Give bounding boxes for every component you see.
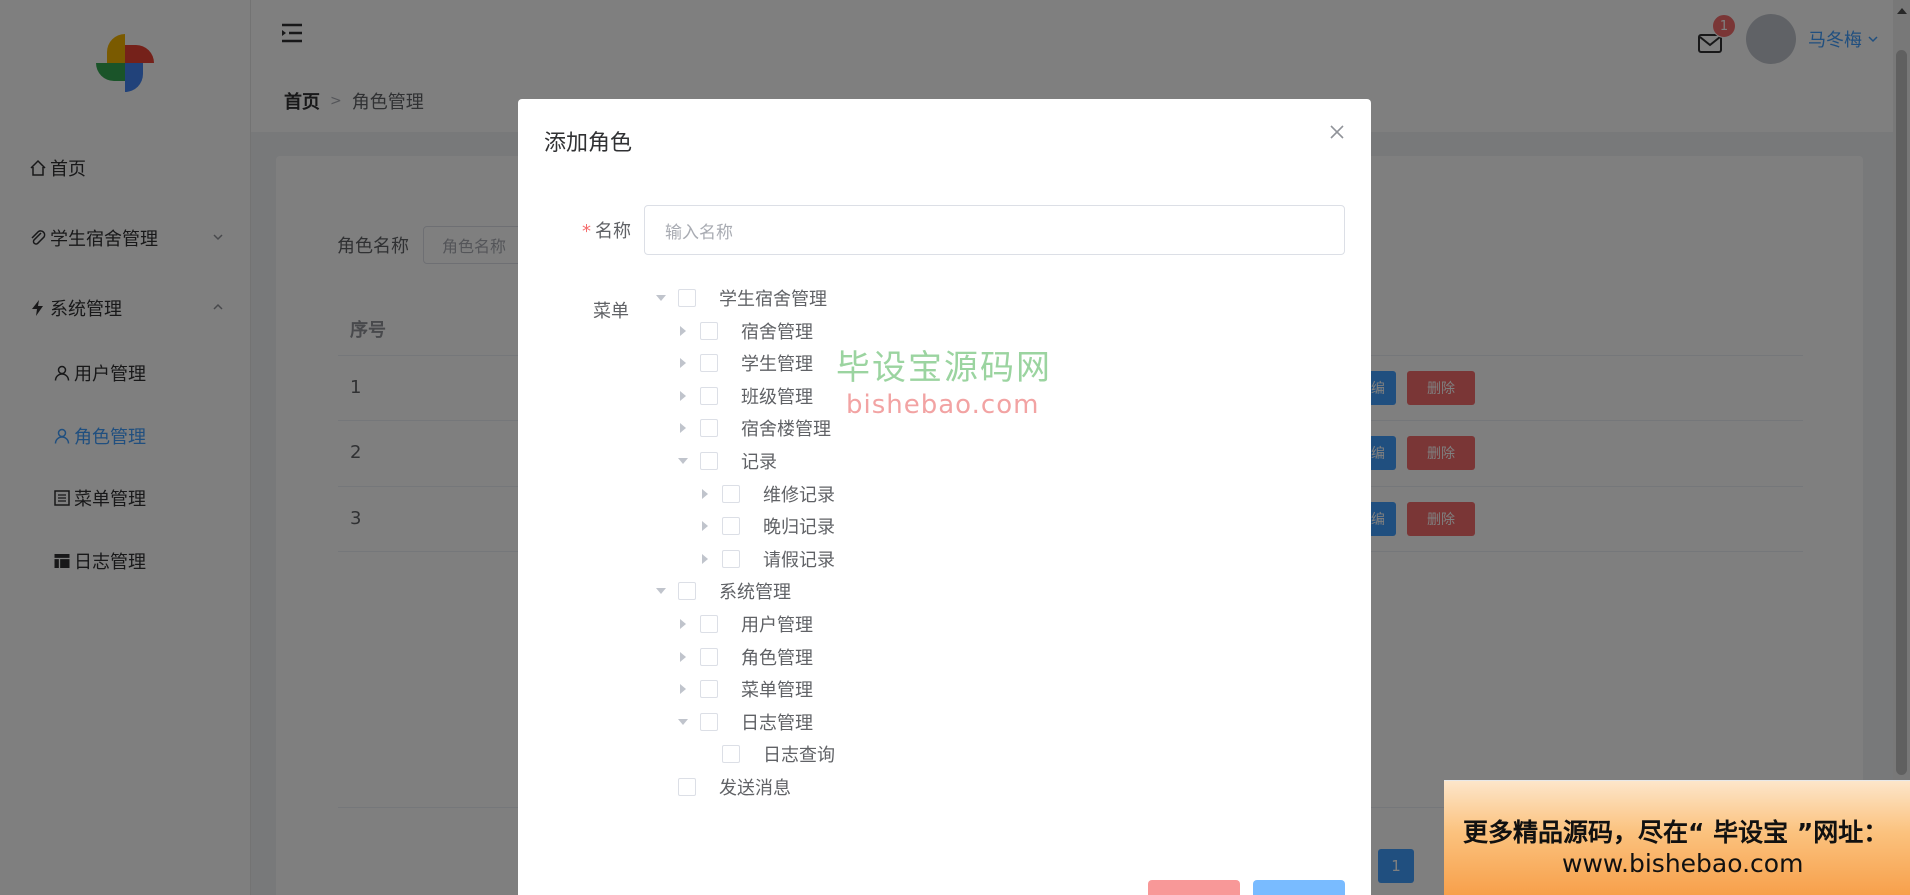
tree-node-label: 晚归记录 bbox=[763, 517, 835, 538]
tree-checkbox[interactable] bbox=[678, 778, 696, 796]
tree-checkbox[interactable] bbox=[678, 582, 696, 600]
caret-right-icon[interactable] bbox=[676, 684, 690, 694]
tree-node-label: 菜单管理 bbox=[741, 680, 813, 701]
tree-node[interactable]: 学生管理 bbox=[676, 348, 813, 378]
caret-down-icon[interactable] bbox=[676, 719, 690, 725]
tree-node-label: 发送消息 bbox=[719, 778, 791, 799]
tree-checkbox[interactable] bbox=[700, 680, 718, 698]
tree-checkbox[interactable] bbox=[722, 517, 740, 535]
caret-down-icon[interactable] bbox=[654, 588, 668, 594]
role-name-input[interactable]: 输入名称 bbox=[644, 205, 1345, 255]
promo-line-2: www.bishebao.com bbox=[1562, 849, 1804, 878]
tree-checkbox[interactable] bbox=[700, 354, 718, 372]
tree-node[interactable]: 日志管理 bbox=[676, 707, 813, 737]
watermark-cn: 毕设宝源码网 bbox=[836, 348, 1052, 388]
cancel-button[interactable] bbox=[1148, 880, 1240, 895]
caret-right-icon[interactable] bbox=[698, 489, 712, 499]
tree-checkbox[interactable] bbox=[722, 485, 740, 503]
promo-banner[interactable]: 更多精品源码，尽在“ 毕设宝 ”网址： www.bishebao.com bbox=[1444, 780, 1910, 895]
caret-right-icon[interactable] bbox=[676, 423, 690, 433]
required-asterisk: * bbox=[582, 221, 591, 242]
tree-node[interactable]: 宿舍管理 bbox=[676, 316, 813, 346]
caret-right-icon[interactable] bbox=[676, 619, 690, 629]
tree-node[interactable]: 记录 bbox=[676, 446, 777, 476]
tree-node[interactable]: 学生宿舍管理 bbox=[654, 283, 827, 313]
tree-node-label: 学生宿舍管理 bbox=[719, 289, 827, 310]
tree-node-label: 维修记录 bbox=[763, 485, 835, 506]
tree-node[interactable]: 班级管理 bbox=[676, 381, 813, 411]
tree-node[interactable]: 系统管理 bbox=[654, 576, 791, 606]
tree-checkbox[interactable] bbox=[700, 713, 718, 731]
caret-right-icon[interactable] bbox=[676, 358, 690, 368]
tree-checkbox[interactable] bbox=[700, 419, 718, 437]
watermark-en: bishebao.com bbox=[846, 390, 1040, 420]
tree-node[interactable]: 日志查询 bbox=[698, 739, 835, 769]
tree-node-label: 宿舍管理 bbox=[741, 322, 813, 343]
tree-node[interactable]: 宿舍楼管理 bbox=[676, 413, 831, 443]
menu-field-label: 菜单 bbox=[593, 301, 629, 322]
tree-checkbox[interactable] bbox=[700, 387, 718, 405]
tree-checkbox[interactable] bbox=[700, 452, 718, 470]
tree-checkbox[interactable] bbox=[678, 289, 696, 307]
close-icon[interactable] bbox=[1326, 121, 1348, 143]
tree-node-label: 请假记录 bbox=[763, 550, 835, 571]
promo-line-1: 更多精品源码，尽在“ 毕设宝 ”网址： bbox=[1463, 818, 1889, 847]
tree-node-label: 用户管理 bbox=[741, 615, 813, 636]
caret-right-icon[interactable] bbox=[676, 326, 690, 336]
tree-node[interactable]: 用户管理 bbox=[676, 609, 813, 639]
tree-checkbox[interactable] bbox=[722, 550, 740, 568]
tree-node[interactable]: 发送消息 bbox=[654, 772, 791, 802]
tree-node-label: 日志管理 bbox=[741, 713, 813, 734]
tree-node-label: 日志查询 bbox=[763, 745, 835, 766]
caret-right-icon[interactable] bbox=[698, 554, 712, 564]
tree-checkbox[interactable] bbox=[700, 615, 718, 633]
add-role-dialog: 添加角色 * 名称 输入名称 菜单 学生宿舍管理宿舍管理学生管理班级管理宿舍楼管理… bbox=[518, 99, 1371, 895]
tree-node[interactable]: 菜单管理 bbox=[676, 674, 813, 704]
tree-node-label: 记录 bbox=[741, 452, 777, 473]
confirm-button[interactable] bbox=[1253, 880, 1345, 895]
tree-node[interactable]: 请假记录 bbox=[698, 544, 835, 574]
tree-node-label: 宿舍楼管理 bbox=[741, 419, 831, 440]
caret-right-icon[interactable] bbox=[676, 391, 690, 401]
caret-right-icon[interactable] bbox=[698, 521, 712, 531]
tree-node-label: 系统管理 bbox=[719, 582, 791, 603]
tree-node[interactable]: 维修记录 bbox=[698, 479, 835, 509]
dialog-title: 添加角色 bbox=[544, 131, 633, 156]
caret-down-icon[interactable] bbox=[654, 295, 668, 301]
tree-node-label: 角色管理 bbox=[741, 648, 813, 669]
tree-node-label: 班级管理 bbox=[741, 387, 813, 408]
tree-node[interactable]: 角色管理 bbox=[676, 642, 813, 672]
caret-down-icon[interactable] bbox=[676, 458, 690, 464]
tree-checkbox[interactable] bbox=[722, 745, 740, 763]
tree-checkbox[interactable] bbox=[700, 648, 718, 666]
caret-right-icon[interactable] bbox=[676, 652, 690, 662]
tree-node[interactable]: 晚归记录 bbox=[698, 511, 835, 541]
name-field-label: * 名称 bbox=[582, 221, 631, 242]
tree-checkbox[interactable] bbox=[700, 322, 718, 340]
tree-node-label: 学生管理 bbox=[741, 354, 813, 375]
